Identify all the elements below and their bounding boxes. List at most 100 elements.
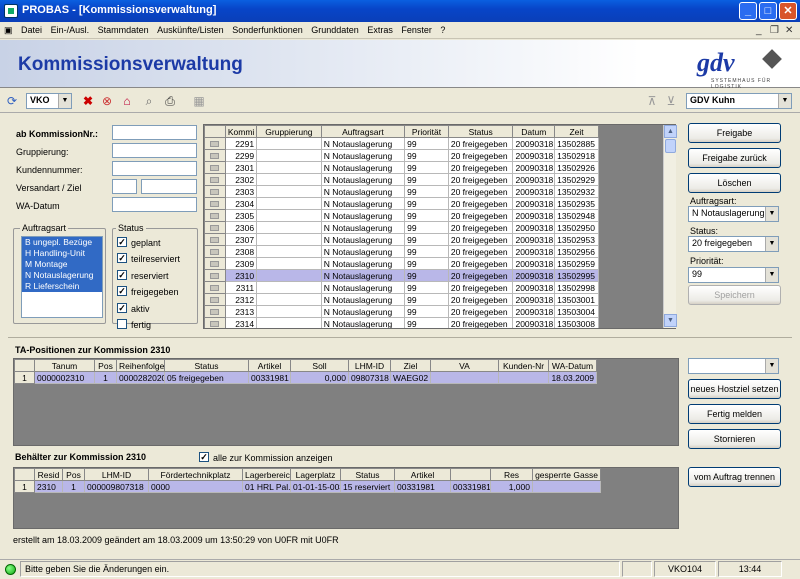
row-header[interactable] [204,305,226,318]
mode-select[interactable]: VKO ▼ [26,93,72,109]
row-header[interactable] [204,257,226,270]
column-header[interactable]: Res [490,468,533,481]
close-button[interactable]: ✕ [779,2,797,20]
scroll-down-icon[interactable]: ▼ [664,314,677,327]
table-row[interactable]: 2302 N Notauslagerung 99 20 freigegeben 2009… [204,173,599,186]
auftragsart-option[interactable]: H Handling-Unit [22,248,102,259]
alle-anzeigen-checkbox[interactable]: ✓ [199,452,209,462]
status-select[interactable]: 20 freigegeben ▼ [688,236,779,252]
column-header[interactable]: Lagerplatz [290,468,341,481]
print-icon[interactable]: ⎙ [163,94,177,108]
column-header[interactable]: Status [164,359,249,372]
delete-icon[interactable]: ✖ [81,94,95,108]
row-header[interactable] [204,221,226,234]
fertig-melden-button[interactable]: Fertig melden [688,404,781,424]
menu-fenster[interactable]: Fenster [398,22,435,35]
row-header[interactable] [204,269,226,282]
freigabe-button[interactable]: Freigabe [688,123,781,143]
stornieren-button[interactable]: Stornieren [688,429,781,449]
column-header[interactable]: LHM-ID [84,468,149,481]
row-header[interactable]: 1 [14,371,35,384]
loeschen-button[interactable]: Löschen [688,173,781,193]
table-row[interactable]: 2304 N Notauslagerung 99 20 freigegeben 2009… [204,197,599,210]
row-header[interactable] [204,233,226,246]
grid-vertical-scrollbar[interactable]: ▲ ▼ [663,125,677,328]
scroll-up-icon[interactable]: ▲ [664,125,677,138]
table-row[interactable]: 2303 N Notauslagerung 99 20 freigegeben 2009… [204,185,599,198]
up-icon[interactable]: ⊼ [645,94,659,108]
column-header[interactable]: Lagerbereic [242,468,291,481]
status-2-checkbox[interactable]: ✓ [117,269,127,280]
refresh-icon[interactable]: ⟳ [5,94,19,108]
column-header[interactable]: Status [447,125,514,138]
freigabe-zurueck-button[interactable]: Freigabe zurück [688,148,781,168]
column-header[interactable]: Pos [62,468,85,481]
menu-extras[interactable]: Extras [364,22,396,35]
column-header[interactable]: Datum [512,125,556,138]
wa-datum-input[interactable] [112,197,197,212]
row-header[interactable]: 1 [14,480,35,493]
maximize-button[interactable]: □ [759,2,777,20]
row-header[interactable] [204,137,226,150]
speichern-button[interactable]: Speichern [688,285,781,305]
row-header[interactable] [204,161,226,174]
menu-grunddaten[interactable]: Grunddaten [308,22,362,35]
column-header[interactable]: Zeit [554,125,599,138]
status-1-checkbox[interactable]: ✓ [117,253,127,264]
table-row[interactable]: 2301 N Notauslagerung 99 20 freigegeben 2009… [204,161,599,174]
table-row[interactable]: 2308 N Notauslagerung 99 20 freigegeben 2009… [204,245,599,258]
row-header[interactable] [204,245,226,258]
status-4-checkbox[interactable]: ✓ [117,302,127,313]
menu-datei[interactable]: Datei [18,22,45,35]
hostziel-select[interactable]: ▼ [688,358,779,374]
ziel-input[interactable] [141,179,197,194]
column-header[interactable] [450,468,491,481]
column-header[interactable]: WA-Datum [548,359,597,372]
kundennummer-input[interactable] [112,161,197,176]
status-5-checkbox[interactable] [117,319,127,329]
hostziel-button[interactable]: neues Hostziel setzen [688,379,781,399]
column-header[interactable]: Artikel [248,359,291,372]
row-header[interactable] [204,173,226,186]
cancel-icon[interactable]: ⊗ [100,94,114,108]
mdi-close-icon[interactable]: ✕ [785,25,793,36]
table-row[interactable]: 2291 N Notauslagerung 99 20 freigegeben 2009… [204,137,599,150]
down-icon[interactable]: ⊻ [664,94,678,108]
table-row[interactable]: 2313 N Notauslagerung 99 20 freigegeben 2009… [204,305,599,318]
row-header[interactable] [204,197,226,210]
menu-ein-ausl[interactable]: Ein-/Ausl. [48,22,93,35]
column-header[interactable]: Resid [34,468,63,481]
column-header[interactable]: Kunden-Nr [498,359,549,372]
table-row[interactable]: 2311 N Notauslagerung 99 20 freigegeben 2009… [204,281,599,294]
user-select[interactable]: GDV Kuhn ▼ [686,93,792,109]
status-3-checkbox[interactable]: ✓ [117,286,127,297]
home-icon[interactable]: ⌂ [120,94,134,108]
column-header[interactable]: Pos [94,359,117,372]
table-row[interactable]: 2305 N Notauslagerung 99 20 freigegeben 2009… [204,209,599,222]
column-header[interactable]: Soll [290,359,349,372]
row-header[interactable] [204,281,226,294]
vom-auftrag-trennen-button[interactable]: vom Auftrag trennen [688,467,781,487]
ta-positionen-grid[interactable]: Tanum Pos Reihenfolge Status Artikel Soll LHM-… [13,358,679,446]
row-header[interactable] [204,317,226,328]
table-row[interactable]: 2309 N Notauslagerung 99 20 freigegeben 2009… [204,257,599,270]
auftragsart-select[interactable]: N Notauslagerung ▼ [688,206,779,222]
row-header[interactable] [204,293,226,306]
column-header[interactable]: Artikel [394,468,451,481]
table-row[interactable]: 2299 N Notauslagerung 99 20 freigegeben 2009… [204,149,599,162]
menu-help[interactable]: ? [437,22,448,35]
table-row[interactable]: 2314 N Notauslagerung 99 20 freigegeben 2009… [204,317,599,328]
menu-auskuenfte[interactable]: Auskünfte/Listen [154,22,227,35]
status-0-checkbox[interactable]: ✓ [117,237,127,247]
column-header[interactable]: Auftragsart [320,125,406,138]
column-header[interactable]: Status [340,468,395,481]
column-header[interactable]: Reihenfolge [116,359,165,372]
gruppierung-input[interactable] [112,143,197,158]
column-header[interactable]: Priorität [404,125,449,138]
table-row[interactable]: 2307 N Notauslagerung 99 20 freigegeben 2009… [204,233,599,246]
minimize-button[interactable]: _ [739,2,757,20]
column-header[interactable]: Gruppierung [256,125,322,138]
search-icon[interactable]: ⌕ [142,94,156,108]
table-row[interactable]: 2306 N Notauslagerung 99 20 freigegeben 2009… [204,221,599,234]
mdi-restore-icon[interactable]: ❐ [770,25,779,36]
